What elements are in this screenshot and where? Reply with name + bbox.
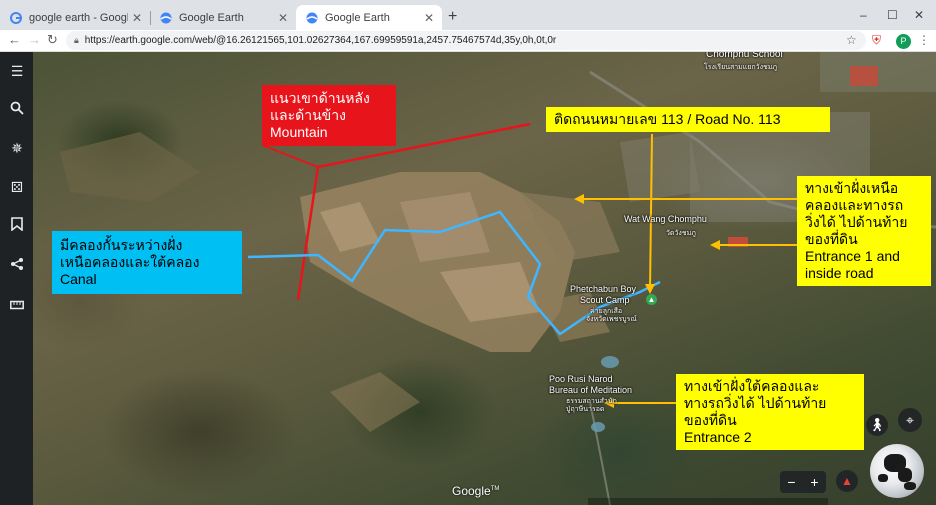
maximize-button[interactable]: ☐ [887, 8, 898, 22]
url-text: https://earth.google.com/web/@16.2612156… [84, 35, 557, 46]
menu-icon[interactable]: ☰ [7, 61, 27, 81]
google-logo-text: Google [452, 484, 491, 498]
search-icon[interactable] [7, 100, 27, 120]
feeling-lucky-icon[interactable]: ⚄ [7, 177, 27, 197]
annotation-line: และด้านข้าง [270, 107, 346, 123]
annotation-line: inside road [805, 265, 874, 281]
place-label-poo-rusi-th2: ปู่ฤาษีนารอด [566, 406, 605, 413]
google-earth-icon [160, 12, 172, 23]
campground-marker-icon[interactable]: ▲ [646, 294, 657, 305]
zoom-control: − + [780, 471, 826, 493]
annotation-line: Entrance 2 [684, 429, 752, 445]
place-label-wat-wang-chomphu-th: วัดวังชมภู [666, 230, 696, 237]
annotation-line: เหนือคลองและใต้คลอง [60, 254, 200, 270]
zoom-in-button[interactable]: + [810, 474, 818, 490]
google-g-icon [10, 11, 22, 24]
earth-viewport[interactable]: Chomphu School โรงเรียนสามแยกวังชมภู Wat… [0, 52, 936, 505]
tab-label: Google Earth [179, 11, 244, 24]
annotation-line: ติดถนนหมายเลข 113 / Road No. 113 [554, 111, 781, 127]
back-arrow-icon[interactable]: ← [8, 33, 21, 47]
share-icon[interactable] [7, 256, 27, 276]
annotation-line: วิ่งได้ ไปด้านท้าย [805, 214, 908, 230]
close-icon[interactable]: ✕ [424, 11, 434, 25]
close-window-button[interactable]: ✕ [914, 8, 924, 22]
tab-google-earth-1[interactable]: Google Earth ✕ [150, 5, 296, 30]
globe-minimap[interactable] [870, 444, 924, 498]
annotation-line: ของที่ดิน [684, 412, 737, 428]
place-label-scout-camp-line2[interactable]: Scout Camp [580, 295, 630, 305]
place-label-wat-wang-chomphu[interactable]: Wat Wang Chomphu [624, 214, 707, 224]
annotation-mountain: แนวเขาด้านหลัง และด้านข้าง Mountain [262, 85, 396, 146]
place-label-scout-camp-th2: จังหวัดเพชรบูรณ์ [586, 316, 637, 323]
profile-avatar[interactable]: P [896, 34, 911, 49]
annotation-line: Canal [60, 271, 97, 287]
google-logo-tm: TM [490, 486, 500, 492]
tab-bar: google earth - Google Search ✕ Google Ea… [0, 0, 936, 30]
annotation-line: ทางรถวิ่งได้ ไปด้านท้าย [684, 395, 827, 411]
place-label-scout-camp-line1[interactable]: Phetchabun Boy [570, 284, 636, 294]
voyager-icon[interactable]: ✵ [7, 138, 27, 158]
annotation-entrance-1: ทางเข้าฝั่งเหนือ คลองและทางรถ วิ่งได้ ไป… [797, 176, 931, 286]
compass-icon[interactable]: ▲ [836, 470, 858, 492]
forward-arrow-icon[interactable]: → [28, 33, 41, 47]
annotation-line: แนวเขาด้านหลัง [270, 90, 370, 106]
annotation-line: คลองและทางรถ [805, 197, 904, 213]
minimize-button[interactable]: – [860, 8, 867, 22]
tab-label: Google Earth [325, 11, 390, 24]
annotation-road: ติดถนนหมายเลข 113 / Road No. 113 [546, 107, 830, 132]
annotation-line: ทางเข้าฝั่งเหนือ [805, 180, 899, 196]
attribution-bar [588, 498, 828, 505]
address-bar[interactable]: 🔒︎ https://earth.google.com/web/@16.2612… [66, 31, 866, 50]
close-icon[interactable]: ✕ [278, 11, 288, 25]
place-label-chomphu-school-th: โรงเรียนสามแยกวังชมภู [704, 64, 777, 71]
browser-toolbar: ← → ↻ 🔒︎ https://earth.google.com/web/@1… [0, 30, 936, 52]
google-earth-icon [306, 12, 318, 23]
measure-icon[interactable] [7, 295, 27, 315]
lock-icon: 🔒︎ [74, 35, 79, 45]
tab-label: google earth - Google Search [29, 11, 128, 24]
annotation-line: Mountain [270, 124, 328, 140]
annotation-canal: มีคลองกั้นระหว่างฝั่ง เหนือคลองและใต้คลอ… [52, 231, 242, 294]
place-label-poo-rusi-line1[interactable]: Poo Rusi Narod [549, 374, 613, 384]
pegman-icon[interactable]: 🚶︎ [866, 414, 888, 436]
projects-icon[interactable] [7, 216, 27, 236]
close-icon[interactable]: ✕ [132, 11, 142, 25]
zoom-out-button[interactable]: − [787, 474, 795, 490]
google-logo: GoogleTM [452, 484, 499, 498]
new-tab-button[interactable]: + [448, 9, 457, 25]
place-label-poo-rusi-line2[interactable]: Bureau of Meditation [549, 385, 632, 395]
place-label-chomphu-school[interactable]: Chomphu School [706, 52, 783, 60]
annotation-line: Entrance 1 and [805, 248, 900, 264]
my-location-icon[interactable]: ⌖ [898, 408, 922, 432]
tab-google-search[interactable]: google earth - Google Search ✕ [0, 5, 150, 30]
annotation-line: ทางเข้าฝั่งใต้คลองและ [684, 378, 820, 394]
annotation-line: ของที่ดิน [805, 231, 858, 247]
annotation-line: มีคลองกั้นระหว่างฝั่ง [60, 237, 183, 253]
tab-google-earth-2[interactable]: Google Earth ✕ [296, 5, 442, 30]
bookmark-star-icon[interactable]: ☆ [846, 33, 857, 47]
menu-dots-icon[interactable]: ⋮ [918, 33, 930, 47]
earth-sidebar: ☰ ✵ ⚄ [0, 52, 33, 505]
extension-icon[interactable]: ⛨ [872, 33, 881, 48]
annotation-entrance-2: ทางเข้าฝั่งใต้คลองและ ทางรถวิ่งได้ ไปด้า… [676, 374, 864, 450]
reload-icon[interactable]: ↻ [47, 33, 58, 47]
